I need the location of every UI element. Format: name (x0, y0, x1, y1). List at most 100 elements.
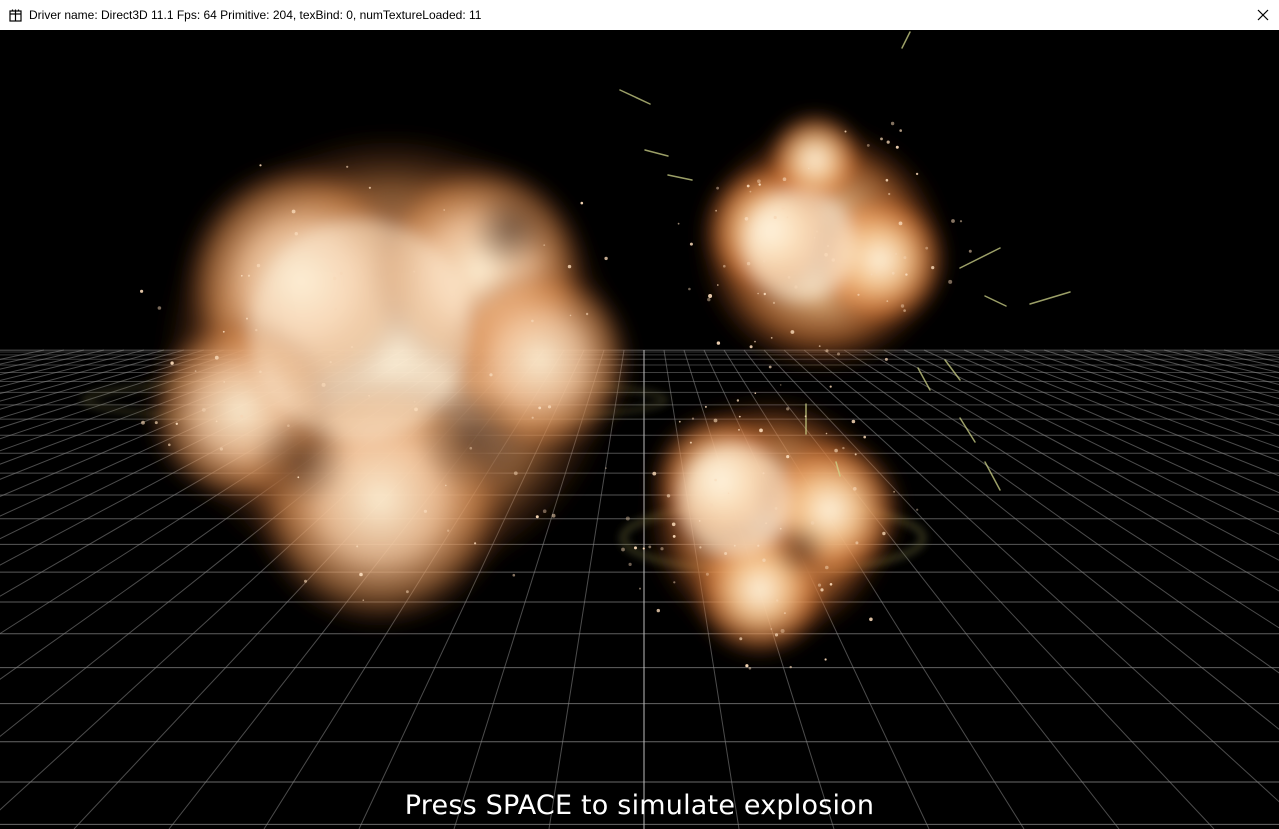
ember-particle (880, 137, 883, 141)
ember-particle (824, 252, 828, 257)
ember-particle (754, 340, 756, 343)
grid-line (843, 349, 1279, 629)
ember-particle (585, 312, 589, 316)
ember-particle (287, 424, 290, 428)
ember-particle (716, 186, 719, 190)
ember-particle (170, 361, 174, 365)
ember-particle (882, 531, 886, 536)
ember-particle (898, 221, 903, 226)
ember-particle (903, 256, 907, 260)
ember-particle (915, 172, 919, 176)
ember-particle (362, 599, 365, 601)
scene-canvas (0, 31, 1279, 829)
ember-particle (807, 167, 810, 170)
ember-particle (779, 384, 782, 386)
grid-line (1123, 349, 1279, 392)
ember-particle (826, 244, 830, 248)
ember-particle (783, 612, 786, 615)
ember-particle (349, 301, 352, 305)
ember-particle (346, 165, 349, 168)
ember-particle (688, 287, 691, 291)
ember-particle (837, 352, 840, 356)
ember-particle (443, 209, 446, 211)
ember-particle (772, 301, 776, 304)
ember-particle (222, 330, 225, 333)
render-viewport[interactable]: Press SPACE to simulate explosion (0, 30, 1279, 829)
grid-line (0, 349, 145, 388)
ember-particle (866, 144, 870, 147)
ember-particle (762, 259, 766, 263)
ember-particle (713, 418, 718, 423)
ember-particle (214, 355, 219, 360)
ember-particle (825, 349, 829, 353)
ember-particle (639, 587, 641, 590)
ember-particle (724, 552, 728, 555)
ember-particle (786, 407, 790, 411)
ember-particle (339, 271, 343, 275)
ember-particle (715, 209, 717, 212)
ember-particle (538, 406, 542, 410)
ember-particle (474, 542, 477, 545)
ember-particle (744, 217, 749, 221)
application-window: Driver name: Direct3D 11.1 Fps: 64 Primi… (0, 0, 1279, 829)
ember-particle (621, 547, 625, 552)
hint-text: Press SPACE to simulate explosion (404, 790, 875, 821)
ember-particle (240, 274, 243, 277)
ember-particle (223, 381, 225, 383)
ember-particle (634, 546, 637, 550)
ember-particle (333, 276, 337, 281)
ember-particle (194, 370, 197, 372)
ember-particle (851, 419, 856, 424)
ember-particle (678, 420, 681, 423)
ember-particle (888, 192, 891, 196)
ember-particle (717, 284, 719, 286)
ember-particle (413, 270, 416, 273)
grid-line (1243, 349, 1279, 358)
ember-particle (776, 599, 779, 602)
ember-particle (304, 579, 307, 583)
ember-particle (763, 292, 766, 296)
ember-particle (699, 546, 702, 549)
ember-particle (604, 256, 608, 261)
ember-particle (512, 573, 516, 577)
ember-particle (899, 129, 902, 132)
ember-particle (542, 509, 547, 513)
ember-particle (673, 581, 676, 584)
ember-particle (886, 140, 890, 144)
ember-particle (916, 508, 919, 511)
ember-particle (551, 513, 556, 518)
ember-particle (831, 258, 835, 262)
ember-particle (770, 337, 773, 339)
ember-particle (748, 667, 752, 670)
ember-particle (759, 428, 763, 433)
ember-particle (469, 446, 473, 450)
ember-particle (787, 275, 791, 279)
ember-particle (140, 289, 144, 293)
ember-particle (660, 547, 664, 551)
ember-particle (291, 209, 296, 214)
title-bar[interactable]: Driver name: Direct3D 11.1 Fps: 64 Primi… (0, 0, 1279, 30)
close-button[interactable] (1247, 0, 1279, 30)
ember-particle (774, 633, 779, 637)
ember-particle (652, 471, 657, 476)
ember-particle (844, 130, 847, 133)
ember-particle (773, 215, 777, 220)
ember-particle (625, 516, 630, 521)
ember-particle (925, 246, 929, 250)
ember-particle (786, 455, 790, 459)
ember-particle (723, 264, 726, 268)
ember-particle (447, 529, 450, 532)
ember-particle (842, 446, 845, 450)
ember-particle (890, 121, 895, 126)
app-icon (9, 9, 22, 22)
ember-particle (698, 520, 701, 522)
ember-particle (834, 448, 838, 453)
grid-line (963, 349, 1279, 477)
ember-particle (817, 583, 822, 587)
ember-particle (441, 267, 445, 270)
ember-particle (543, 244, 546, 247)
grid-line (983, 349, 1279, 462)
ember-particle (413, 400, 416, 403)
ember-particle (256, 263, 261, 268)
ember-particle (762, 558, 766, 562)
